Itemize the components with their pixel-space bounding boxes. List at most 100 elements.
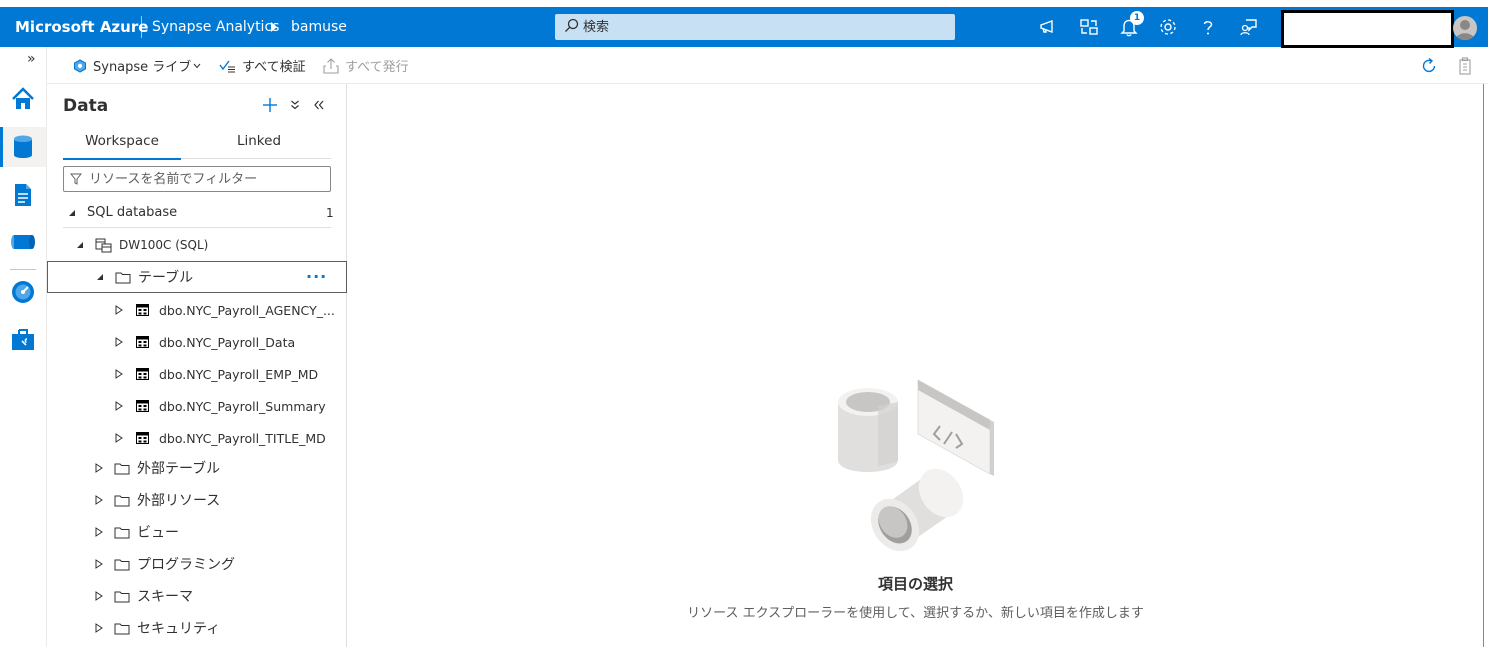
tree-item-table[interactable]: dbo.NYC_Payroll_AGENCY_... [47, 295, 347, 325]
table-label: dbo.NYC_Payroll_Summary [159, 398, 326, 414]
develop-icon[interactable] [0, 175, 46, 215]
refresh-icon[interactable] [1420, 47, 1444, 84]
table-icon [136, 400, 149, 412]
announcement-icon[interactable] [1036, 15, 1060, 39]
top-bar: Microsoft Azure Synapse Analytics bamuse… [0, 7, 1488, 48]
filter-box[interactable] [63, 166, 331, 192]
more-actions-icon[interactable]: ··· [306, 267, 327, 286]
section-label: SQL database [87, 205, 178, 220]
folder-label: プログラミング [137, 557, 235, 573]
caret-collapsed-icon [94, 623, 104, 633]
tree-item-folder[interactable]: プログラミング [47, 549, 347, 579]
table-label: dbo.NYC_Payroll_TITLE_MD [159, 430, 326, 446]
tree-item-folder[interactable]: セキュリティ [47, 613, 347, 643]
table-icon [136, 304, 149, 316]
tree-item-table[interactable]: dbo.NYC_Payroll_EMP_MD [47, 359, 347, 389]
synapse-icon [74, 58, 86, 73]
validate-all-button[interactable]: すべて検証 [219, 47, 306, 84]
collapse-panel-icon[interactable] [308, 94, 330, 116]
database-label: DW100C (SQL) [119, 238, 209, 252]
top-strip [0, 0, 1488, 7]
folder-icon [114, 494, 130, 507]
home-icon[interactable] [0, 79, 46, 119]
folder-icon [115, 271, 131, 284]
folder-icon [114, 526, 130, 539]
tree-item-folder[interactable]: ビュー [47, 517, 347, 547]
validate-icon [219, 60, 235, 72]
caret-collapsed-icon [114, 401, 124, 411]
tree-item-table[interactable]: dbo.NYC_Payroll_TITLE_MD [47, 423, 347, 453]
folder-icon [114, 558, 130, 571]
collapse-all-icon[interactable] [284, 94, 306, 116]
sql-pool-icon [95, 237, 112, 253]
chevron-down-icon [193, 63, 201, 68]
tree-item-table[interactable]: dbo.NYC_Payroll_Data [47, 327, 347, 357]
publish-icon [323, 57, 339, 74]
data-tabs: Workspace Linked [63, 128, 331, 160]
settings-gear-icon[interactable] [1156, 15, 1180, 39]
brand-title[interactable]: Microsoft Azure [15, 7, 148, 47]
monitor-icon[interactable] [0, 272, 46, 312]
tree-item-folder[interactable]: 外部リソース [47, 485, 347, 515]
caret-expanded-icon [67, 208, 77, 218]
caret-collapsed-icon [94, 591, 104, 601]
breadcrumb-service[interactable]: Synapse Analytics [152, 7, 279, 47]
tab-linked[interactable]: Linked [200, 128, 318, 159]
tree-item-table[interactable]: dbo.NYC_Payroll_Summary [47, 391, 347, 421]
topbar-divider [141, 16, 142, 38]
caret-expanded-icon [95, 272, 105, 282]
filter-input[interactable] [89, 167, 327, 191]
manage-icon[interactable] [0, 320, 46, 360]
caret-collapsed-icon [94, 527, 104, 537]
rail-divider [10, 269, 36, 270]
tree-item-database[interactable]: DW100C (SQL) [47, 230, 347, 260]
folder-icon [114, 462, 130, 475]
table-label: dbo.NYC_Payroll_AGENCY_... [159, 302, 335, 318]
folder-label: スキーマ [137, 589, 193, 605]
expand-rail-icon[interactable]: » [27, 51, 36, 67]
search-box[interactable] [555, 14, 955, 40]
caret-collapsed-icon [114, 337, 124, 347]
account-info-redacted[interactable] [1281, 10, 1454, 48]
table-icon [136, 336, 149, 348]
tab-workspace[interactable]: Workspace [63, 128, 181, 160]
discard-icon[interactable] [1457, 47, 1479, 84]
search-input[interactable] [583, 14, 943, 40]
tree-item-tables-folder[interactable]: テーブル ··· [47, 261, 347, 293]
notification-badge: 1 [1130, 11, 1144, 25]
table-icon [136, 432, 149, 444]
table-label: dbo.NYC_Payroll_Data [159, 334, 296, 350]
empty-state-illustration [838, 379, 994, 552]
validate-all-label: すべて検証 [242, 60, 306, 75]
publish-all-button[interactable]: すべて発行 [323, 47, 409, 84]
tree-item-folder[interactable]: スキーマ [47, 581, 347, 611]
folder-label: セキュリティ [137, 621, 221, 637]
feedback-icon[interactable] [1237, 15, 1261, 39]
help-icon[interactable] [1196, 15, 1220, 39]
filter-icon [70, 173, 82, 185]
data-explorer-panel: Data Workspace Linked SQL database 1 DW1… [47, 84, 347, 647]
data-icon[interactable] [0, 127, 46, 167]
empty-state-title: 項目の選択 [877, 575, 953, 593]
directory-switch-icon[interactable] [1077, 15, 1101, 39]
empty-state-subtitle: リソース エクスプローラーを使用して、選択するか、新しい項目を作成します [687, 606, 1144, 621]
tree-item-folder[interactable]: 外部テーブル [47, 453, 347, 483]
integrate-icon[interactable] [0, 222, 46, 262]
synapse-live-button[interactable]: Synapse ライブ [73, 47, 201, 84]
caret-expanded-icon [75, 240, 85, 250]
caret-collapsed-icon [114, 305, 124, 315]
main-content: 項目の選択 リソース エクスプローラーを使用して、選択するか、新しい項目を作成し… [348, 84, 1483, 647]
breadcrumb-workspace[interactable]: bamuse [291, 7, 347, 47]
publish-all-label: すべて発行 [345, 60, 409, 75]
add-resource-icon[interactable] [259, 94, 281, 116]
left-nav-rail: » [0, 47, 47, 647]
section-sql-database[interactable]: SQL database 1 [63, 198, 334, 228]
caret-collapsed-icon [94, 495, 104, 505]
section-count: 1 [326, 205, 334, 220]
breadcrumb-chevron-icon [271, 22, 277, 32]
folder-label: 外部テーブル [137, 461, 221, 477]
table-label: dbo.NYC_Payroll_EMP_MD [159, 366, 319, 382]
avatar[interactable] [1453, 16, 1477, 40]
folder-label: ビュー [137, 525, 179, 541]
folder-icon [114, 590, 130, 603]
